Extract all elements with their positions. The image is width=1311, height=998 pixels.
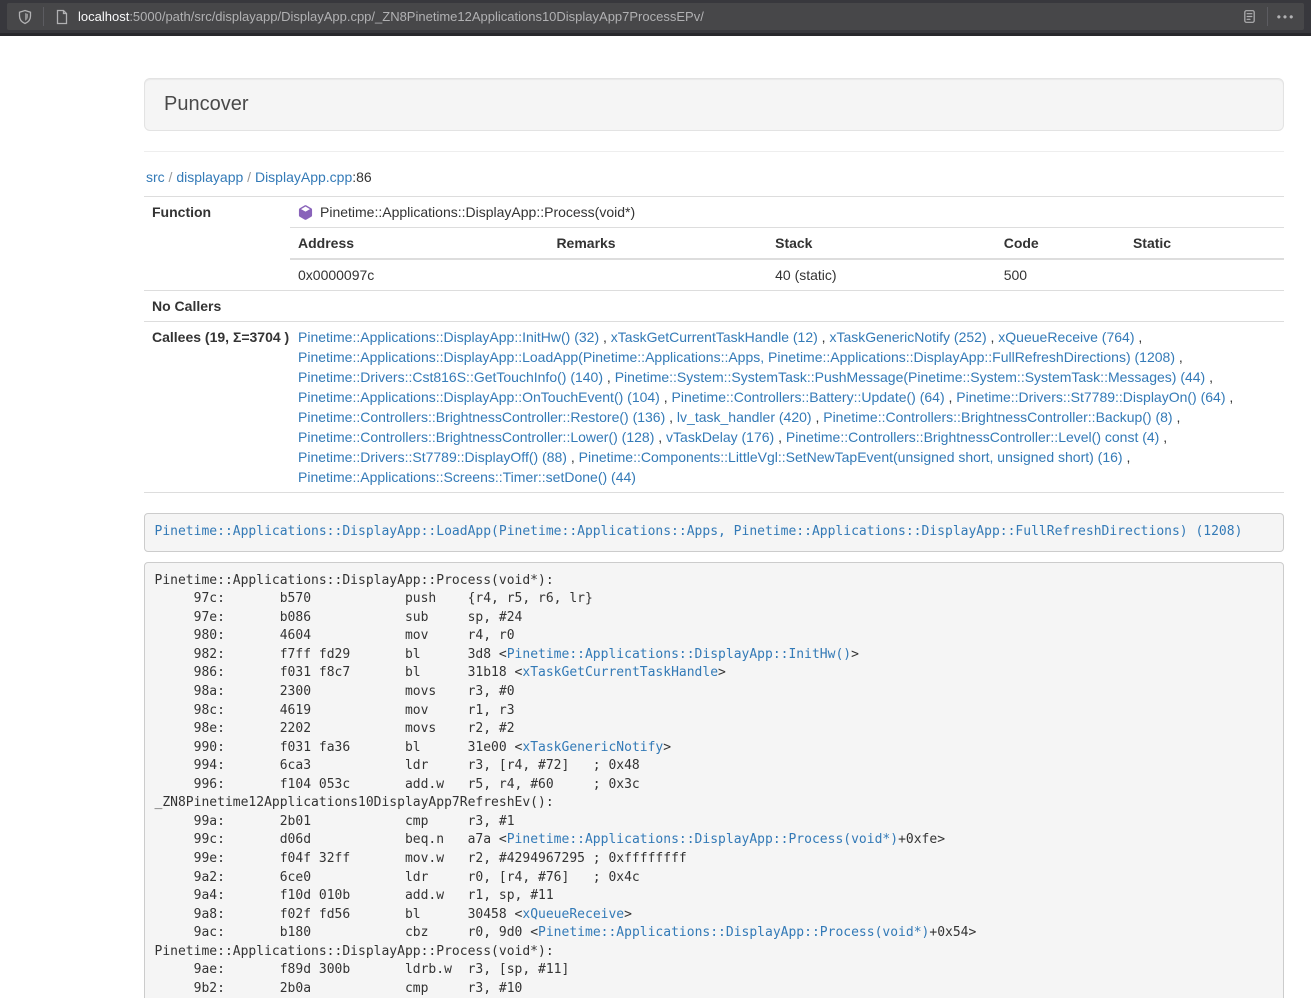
callee-link[interactable]: Pinetime::Drivers::Cst816S::GetTouchInfo… <box>298 369 603 385</box>
function-table: Function Pinetime::Applications::Display… <box>144 196 1284 493</box>
col-header-code: Code <box>996 228 1125 259</box>
remarks-value <box>548 259 767 290</box>
function-row: Function Pinetime::Applications::Display… <box>144 197 1284 291</box>
code-symbol-link[interactable]: xTaskGenericNotify <box>522 740 663 755</box>
col-header-static: Static <box>1125 228 1284 259</box>
breadcrumb-link[interactable]: DisplayApp.cpp <box>255 169 352 185</box>
callee-link[interactable]: Pinetime::Components::LittleVgl::SetNewT… <box>579 449 1123 465</box>
callee-link[interactable]: Pinetime::Applications::DisplayApp::Load… <box>298 349 1175 365</box>
callee-link[interactable]: vTaskDelay (176) <box>666 429 774 445</box>
page-icon[interactable] <box>52 7 72 27</box>
breadcrumb: src / displayapp / DisplayApp.cpp:86 <box>146 169 1284 185</box>
callee-link[interactable]: xTaskGetCurrentTaskHandle (12) <box>611 329 818 345</box>
col-header-remarks: Remarks <box>548 228 767 259</box>
callees-list: Pinetime::Applications::DisplayApp::Init… <box>290 322 1284 492</box>
function-detail-table: Address Remarks Stack Code Static 0x0000… <box>290 228 1284 290</box>
table-row: 0x0000097c 40 (static) 500 <box>290 259 1284 290</box>
breadcrumb-link[interactable]: displayapp <box>176 169 243 185</box>
function-cube-icon <box>298 205 313 220</box>
callee-link[interactable]: Pinetime::Drivers::St7789::DisplayOn() (… <box>956 389 1225 405</box>
breadcrumb-link[interactable]: src <box>146 169 165 185</box>
url-host: localhost <box>78 9 129 24</box>
breadcrumb-separator: / <box>165 169 177 185</box>
callee-link[interactable]: Pinetime::Controllers::BrightnessControl… <box>298 409 665 425</box>
toolbar-bottom-edge <box>0 33 1311 36</box>
callees-label: Callees (19, Σ=3704 ) <box>144 322 290 492</box>
callee-link[interactable]: Pinetime::Drivers::St7789::DisplayOff() … <box>298 449 567 465</box>
callee-link[interactable]: xTaskGenericNotify (252) <box>829 329 986 345</box>
divider-rule <box>144 151 1284 152</box>
shield-icon[interactable] <box>15 7 35 27</box>
callee-link[interactable]: Pinetime::Controllers::BrightnessControl… <box>786 429 1159 445</box>
breadcrumb-line-number: :86 <box>352 169 371 185</box>
function-name: Pinetime::Applications::DisplayApp::Proc… <box>320 202 635 222</box>
app-title-banner: Puncover <box>144 78 1284 131</box>
highlighted-callee-box: Pinetime::Applications::DisplayApp::Load… <box>144 513 1284 552</box>
urlbar-divider <box>43 7 44 26</box>
callee-link[interactable]: lv_task_handler (420) <box>677 409 812 425</box>
address-value: 0x0000097c <box>290 259 548 290</box>
code-symbol-link[interactable]: xTaskGetCurrentTaskHandle <box>522 665 718 680</box>
overflow-menu-icon[interactable]: ••• <box>1276 7 1296 27</box>
url-bar[interactable]: localhost:5000/path/src/displayapp/Displ… <box>7 3 1304 30</box>
callee-link[interactable]: Pinetime::Controllers::Battery::Update()… <box>672 389 945 405</box>
highlighted-callee-link[interactable]: Pinetime::Applications::DisplayApp::Load… <box>155 524 1243 539</box>
no-callers-label: No Callers <box>144 291 290 321</box>
url-text[interactable]: localhost:5000/path/src/displayapp/Displ… <box>78 9 1239 24</box>
url-path: :5000/path/src/displayapp/DisplayApp.cpp… <box>129 9 704 24</box>
static-value <box>1125 259 1284 290</box>
code-symbol-link[interactable]: Pinetime::Applications::DisplayApp::Proc… <box>507 832 898 847</box>
app-title: Puncover <box>164 93 249 115</box>
function-label: Function <box>144 197 290 290</box>
no-callers-row: No Callers <box>144 291 1284 322</box>
disassembly-code: Pinetime::Applications::DisplayApp::Proc… <box>144 562 1284 998</box>
overflow-menu-glyph: ••• <box>1277 11 1296 23</box>
callee-link[interactable]: Pinetime::Controllers::BrightnessControl… <box>298 429 654 445</box>
callee-link[interactable]: xQueueReceive (764) <box>998 329 1134 345</box>
col-header-stack: Stack <box>767 228 996 259</box>
callee-link[interactable]: Pinetime::Controllers::BrightnessControl… <box>823 409 1172 425</box>
reader-mode-icon[interactable] <box>1239 7 1259 27</box>
urlbar-divider-2 <box>1267 7 1268 26</box>
breadcrumb-separator: / <box>243 169 255 185</box>
code-symbol-link[interactable]: Pinetime::Applications::DisplayApp::Proc… <box>538 925 929 940</box>
code-symbol-link[interactable]: Pinetime::Applications::DisplayApp::Init… <box>507 647 851 662</box>
callees-row: Callees (19, Σ=3704 ) Pinetime::Applicat… <box>144 322 1284 493</box>
code-symbol-link[interactable]: xQueueReceive <box>522 907 624 922</box>
code-size-value: 500 <box>996 259 1125 290</box>
callee-link[interactable]: Pinetime::Applications::Screens::Timer::… <box>298 469 636 485</box>
stack-value: 40 (static) <box>767 259 996 290</box>
col-header-address: Address <box>290 228 548 259</box>
browser-toolbar: localhost:5000/path/src/displayapp/Displ… <box>0 0 1311 33</box>
callee-link[interactable]: Pinetime::Applications::DisplayApp::OnTo… <box>298 389 660 405</box>
callee-link[interactable]: Pinetime::System::SystemTask::PushMessag… <box>615 369 1206 385</box>
function-name-line: Pinetime::Applications::DisplayApp::Proc… <box>290 197 1284 228</box>
callee-link[interactable]: Pinetime::Applications::DisplayApp::Init… <box>298 329 599 345</box>
page-container: Puncover src / displayapp / DisplayApp.c… <box>144 78 1284 998</box>
